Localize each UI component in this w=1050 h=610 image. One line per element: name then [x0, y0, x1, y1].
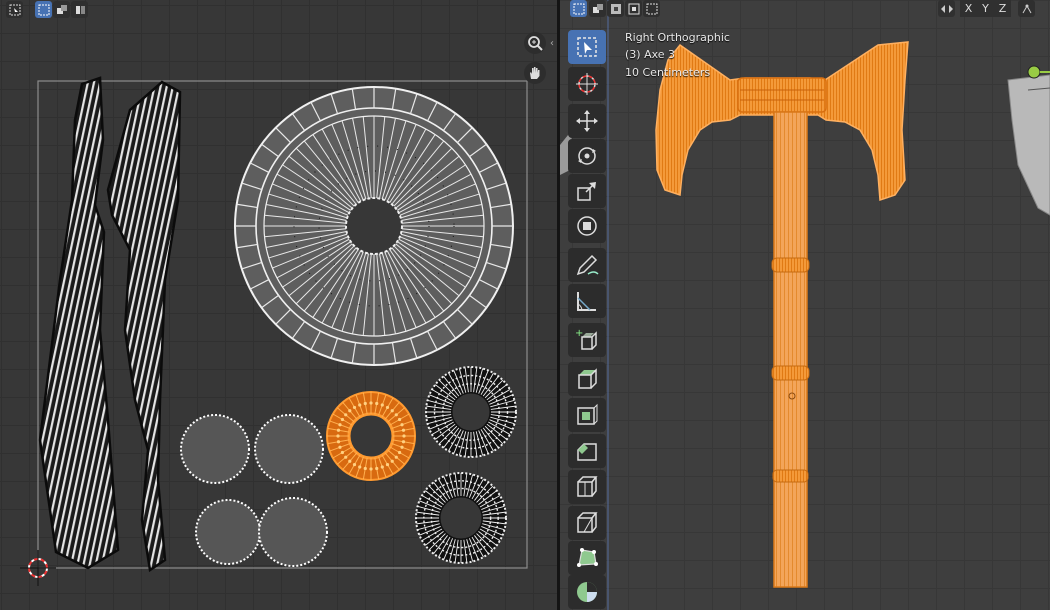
select-box-icon[interactable] — [6, 1, 23, 18]
mirror-x-button[interactable]: X — [960, 0, 977, 17]
viewport-canvas[interactable] — [560, 0, 1050, 610]
sidebar-toggle-icon[interactable]: ‹ — [550, 38, 554, 49]
rotate-icon[interactable] — [568, 139, 606, 173]
uv-island-ring-lower — [415, 472, 507, 564]
mirror-y-button[interactable]: Y — [977, 0, 994, 17]
cursor-icon[interactable] — [568, 67, 606, 101]
uv-island-handle-a — [38, 76, 120, 570]
mirror-z-button[interactable]: Z — [994, 0, 1011, 17]
spin-icon[interactable] — [568, 575, 606, 609]
loop-cut-icon[interactable] — [568, 470, 606, 504]
uv-canvas[interactable] — [0, 0, 557, 610]
mirror-options-icon[interactable] — [938, 0, 955, 17]
select-box-icon[interactable] — [568, 30, 606, 64]
pan-hand-icon[interactable] — [524, 62, 546, 84]
extrude-region-icon[interactable] — [568, 362, 606, 396]
background-object — [1007, 74, 1050, 216]
overlay-select-icon[interactable] — [643, 0, 660, 17]
select-mode-icon[interactable] — [35, 1, 52, 18]
uv-island-selected-ring — [326, 391, 416, 481]
uv-island-disc — [195, 499, 261, 565]
edge-select-icon[interactable] — [589, 0, 606, 17]
uv-island-ring-upper — [425, 366, 517, 458]
uv-island-disc — [258, 497, 328, 567]
uv-island-disc — [180, 414, 250, 484]
uv-editor[interactable]: ‹ — [0, 0, 557, 610]
poly-build-icon[interactable] — [568, 541, 606, 575]
knife-icon[interactable] — [568, 506, 606, 540]
view-name-label: Right Orthographic — [625, 31, 730, 44]
2d-cursor-icon[interactable] — [20, 550, 56, 586]
grid-scale-label: 10 Centimeters — [625, 66, 711, 79]
add-cube-icon[interactable]: + — [568, 323, 606, 357]
move-icon[interactable] — [568, 104, 606, 138]
annotate-icon[interactable] — [568, 248, 606, 282]
axe-handle — [771, 111, 810, 588]
uv-island-large-disc — [234, 86, 514, 366]
bevel-icon[interactable] — [568, 434, 606, 468]
proportional-edit-icon[interactable] — [1018, 0, 1035, 17]
uv-island-handle-b — [106, 80, 182, 573]
sync-mode-icon[interactable] — [53, 1, 70, 18]
scale-icon[interactable] — [568, 174, 606, 208]
svg-text:+: + — [575, 328, 583, 339]
face-select-icon[interactable] — [607, 0, 624, 17]
gizmo-handle — [1027, 65, 1041, 79]
transform-icon[interactable] — [568, 209, 606, 243]
zoom-icon[interactable] — [524, 32, 546, 54]
inset-faces-icon[interactable] — [568, 398, 606, 432]
uv-island-disc — [254, 414, 324, 484]
uv-mode-icon[interactable] — [71, 1, 88, 18]
measure-icon[interactable] — [568, 284, 606, 318]
vertex-select-icon[interactable] — [570, 0, 587, 17]
xray-select-icon[interactable] — [625, 0, 642, 17]
3d-viewport[interactable]: X Y Z — [560, 0, 1050, 610]
active-object-label: (3) Axe 3 — [625, 48, 676, 61]
